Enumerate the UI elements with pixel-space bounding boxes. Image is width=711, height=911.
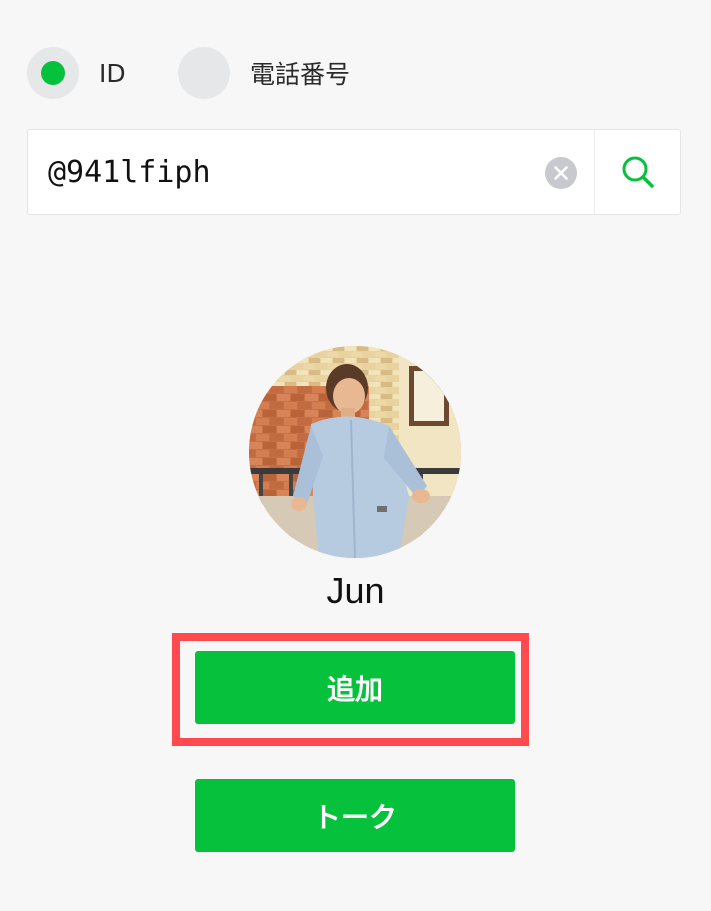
radio-selected-dot bbox=[41, 61, 65, 85]
profile-avatar bbox=[249, 346, 461, 558]
search-icon bbox=[622, 156, 654, 188]
radio-option-id[interactable]: ID bbox=[27, 47, 126, 99]
search-button[interactable] bbox=[595, 130, 681, 214]
radio-label-id: ID bbox=[99, 58, 126, 88]
search-input[interactable] bbox=[28, 130, 568, 214]
add-friend-button[interactable]: 追加 bbox=[195, 651, 515, 724]
clear-icon[interactable] bbox=[545, 157, 577, 189]
search-box bbox=[27, 129, 681, 215]
radio-option-phone[interactable]: 電話番号 bbox=[178, 47, 350, 99]
radio-button-id[interactable] bbox=[27, 47, 79, 99]
radio-button-phone[interactable] bbox=[178, 47, 230, 99]
radio-label-phone: 電話番号 bbox=[250, 60, 351, 89]
profile-name: Jun bbox=[326, 570, 385, 611]
talk-button[interactable]: トーク bbox=[195, 779, 515, 852]
